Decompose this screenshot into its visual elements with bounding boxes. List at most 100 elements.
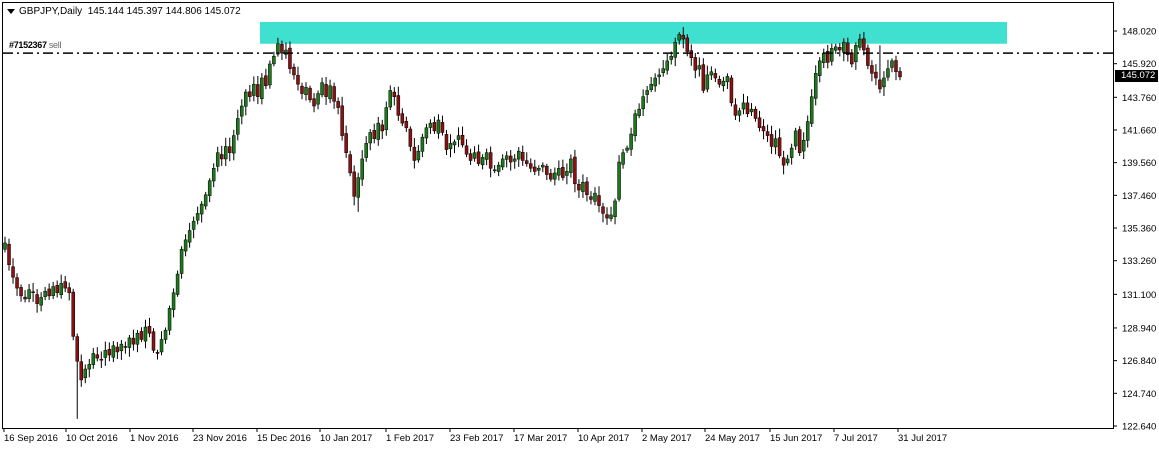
candle[interactable] [268,60,272,89]
candle[interactable] [753,106,758,122]
candle[interactable] [356,172,360,212]
candle[interactable] [557,160,561,181]
candle[interactable] [131,329,136,351]
candle[interactable] [320,77,324,98]
candle[interactable] [59,274,63,299]
candle[interactable] [340,96,344,141]
candle[interactable] [147,317,152,338]
candle[interactable] [512,154,517,169]
candle[interactable] [119,339,124,360]
candle[interactable] [215,146,220,172]
candle[interactable] [817,57,822,83]
candle[interactable] [516,147,521,167]
candle[interactable] [324,76,328,105]
candle[interactable] [35,289,39,313]
candle[interactable] [785,154,790,166]
dropdown-triangle-icon[interactable] [7,8,15,14]
order-label[interactable]: #7152367 sell [9,40,61,50]
candle[interactable] [47,283,51,300]
candle[interactable] [697,57,702,77]
candle[interactable] [460,126,465,148]
candle[interactable] [211,163,216,188]
candle[interactable] [236,109,240,141]
candle[interactable] [737,107,742,122]
candle[interactable] [308,85,312,103]
candle[interactable] [256,75,260,105]
candle[interactable] [248,84,252,102]
candle[interactable] [769,125,774,154]
candle[interactable] [344,125,348,158]
candle[interactable] [316,90,320,110]
candle[interactable] [171,288,176,318]
candle[interactable] [830,43,834,66]
candle[interactable] [83,364,88,384]
candle[interactable] [870,60,874,82]
candle[interactable] [689,44,694,66]
resistance-zone[interactable] [260,21,1007,44]
candle[interactable] [809,89,814,127]
candle[interactable] [553,167,557,186]
candle[interactable] [163,327,168,344]
candle[interactable] [649,76,653,93]
candle[interactable] [219,145,224,166]
candle[interactable] [91,348,96,369]
candle[interactable] [384,101,389,136]
candle[interactable] [183,234,188,257]
candle[interactable] [127,334,132,357]
candle[interactable] [396,86,401,121]
candle[interactable] [789,143,794,165]
candle[interactable] [416,145,421,163]
candle[interactable] [223,137,228,167]
candle[interactable] [621,149,625,169]
candle[interactable] [545,163,549,180]
candle[interactable] [488,146,493,178]
candle[interactable] [886,59,890,81]
candle[interactable] [392,87,397,106]
candle[interactable] [781,150,786,175]
candle[interactable] [541,162,545,173]
candle[interactable] [472,146,477,162]
candle[interactable] [187,222,192,248]
candle[interactable] [524,152,529,167]
candle[interactable] [797,126,802,156]
candle[interactable] [51,281,55,300]
candle[interactable] [508,150,513,171]
candle[interactable] [207,178,212,203]
candle[interactable] [360,150,364,186]
candle[interactable] [661,60,665,77]
candle[interactable] [260,73,264,105]
candle[interactable] [593,187,597,206]
candle[interactable] [412,138,417,169]
candle[interactable] [729,75,734,107]
candle[interactable] [500,154,505,171]
candle[interactable] [240,99,244,125]
candle[interactable] [705,65,710,93]
candle[interactable] [95,347,100,362]
candle[interactable] [300,82,304,100]
candle[interactable] [195,206,200,225]
candle[interactable] [87,358,92,378]
candle[interactable] [111,341,116,363]
candle[interactable] [601,202,605,223]
candle[interactable] [63,276,67,293]
candle[interactable] [826,45,830,69]
candle[interactable] [653,73,657,92]
candle[interactable] [717,75,722,88]
candle[interactable] [605,207,609,225]
candle[interactable] [252,76,256,102]
candle[interactable] [336,97,340,115]
candle[interactable] [376,116,381,146]
candle[interactable] [11,258,15,284]
candle[interactable] [850,49,854,68]
candle[interactable] [304,82,308,101]
candle[interactable] [741,93,746,115]
candle[interactable] [874,64,878,86]
candle[interactable] [757,110,762,132]
candle[interactable] [55,280,59,298]
candle[interactable] [713,68,718,83]
candle[interactable] [151,328,156,353]
candle[interactable] [629,127,633,156]
candle[interactable] [504,151,509,168]
candle[interactable] [625,145,629,153]
candle[interactable] [813,65,818,106]
